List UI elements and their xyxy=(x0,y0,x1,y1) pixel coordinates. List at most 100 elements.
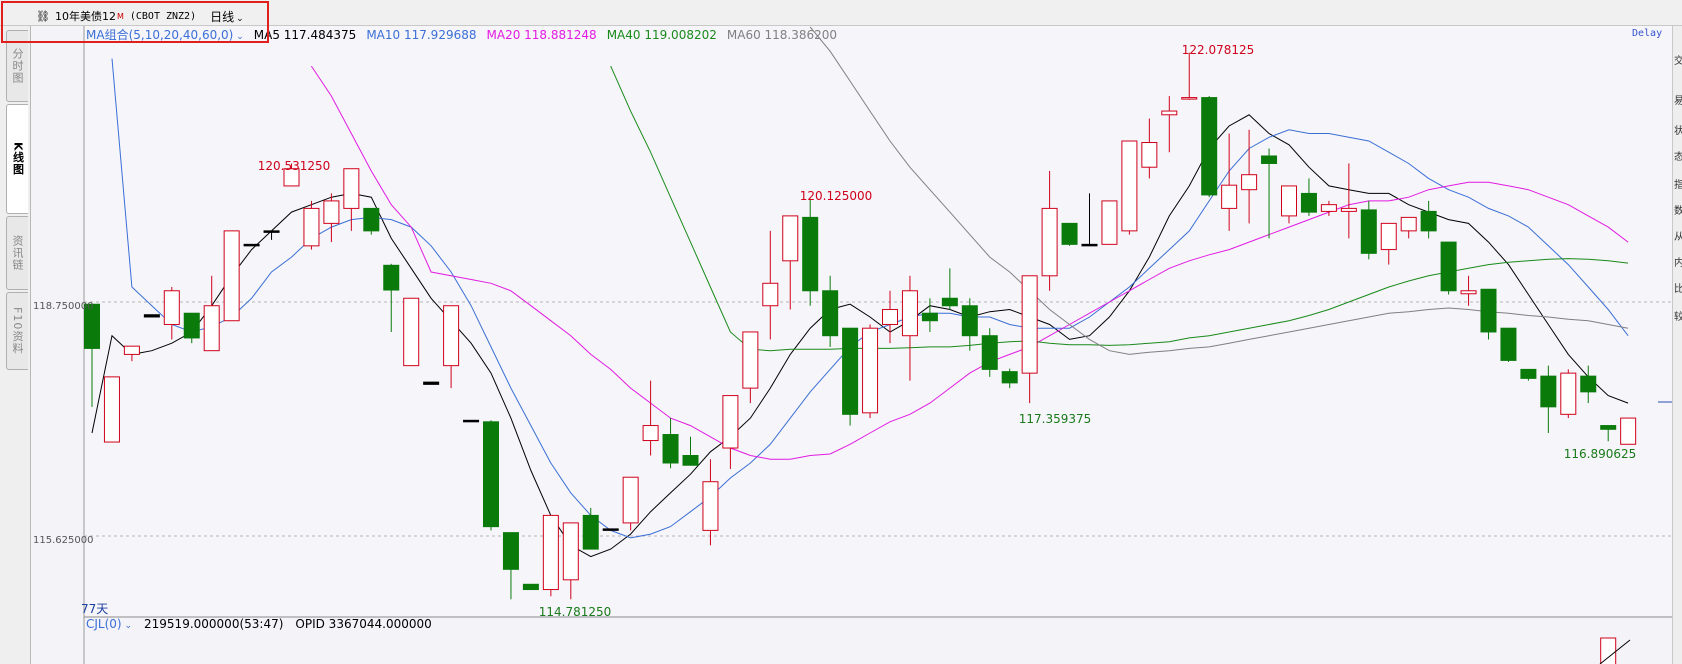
candle-body xyxy=(941,297,958,307)
candle-body xyxy=(981,335,998,370)
candle-body xyxy=(882,308,898,325)
candle[interactable] xyxy=(363,207,380,235)
candle-body xyxy=(1420,210,1437,232)
candle-body xyxy=(961,305,978,337)
open-interest: OPID 3367044.000000 xyxy=(295,617,432,631)
candle-body xyxy=(1300,192,1317,213)
candle[interactable] xyxy=(1201,96,1218,198)
candle-body xyxy=(1241,174,1258,191)
chevron-down-icon: ⌄ xyxy=(121,621,133,631)
candle-body xyxy=(1161,110,1178,116)
candle-body xyxy=(662,434,679,464)
chevron-down-icon: ⌄ xyxy=(233,32,244,42)
candle-body xyxy=(1221,184,1238,209)
candle-body xyxy=(423,381,440,385)
candle-body xyxy=(1141,142,1158,168)
low-annotation: 116.890625 xyxy=(1563,447,1637,461)
low-annotation: 114.781250 xyxy=(538,605,612,619)
low-annotation: 117.359375 xyxy=(1018,412,1092,426)
candle-body xyxy=(702,481,719,531)
candle-body xyxy=(862,327,879,414)
high-annotation: 122.078125 xyxy=(1181,43,1255,57)
candle-body xyxy=(1600,425,1617,430)
candle[interactable] xyxy=(103,376,120,443)
candle[interactable] xyxy=(1121,140,1138,235)
candle-body xyxy=(1081,243,1098,247)
volume-bar xyxy=(1600,637,1617,664)
candle-body xyxy=(1320,204,1337,212)
candle-body xyxy=(1540,375,1557,408)
days-count-label: 77天 xyxy=(81,602,109,616)
candle[interactable] xyxy=(223,230,240,322)
high-annotation: 120.125000 xyxy=(799,189,873,203)
candle[interactable] xyxy=(1480,288,1497,340)
candle-body xyxy=(1620,417,1637,445)
candle[interactable] xyxy=(522,583,539,591)
legend-ma40: MA40 119.008202 xyxy=(606,27,717,42)
volume-indicator-label: CJL(0) xyxy=(86,617,122,631)
high-annotation: 120.531250 xyxy=(257,159,331,173)
candle-body xyxy=(1500,327,1517,361)
candle-body xyxy=(463,419,480,423)
candle-body xyxy=(822,290,839,337)
candle-body xyxy=(1440,241,1457,292)
candle-body xyxy=(183,312,200,339)
candle[interactable] xyxy=(463,419,480,423)
candle-body xyxy=(163,290,180,325)
candle-body xyxy=(223,230,240,322)
candle-body xyxy=(921,312,938,322)
candle-body xyxy=(1560,372,1577,415)
legend-ma60: MA60 118.386200 xyxy=(726,27,838,42)
candle[interactable] xyxy=(981,328,998,377)
legend-ma10: MA10 117.929688 xyxy=(366,27,477,42)
candle-body xyxy=(622,476,639,524)
kline-chart[interactable] xyxy=(0,0,1682,664)
candle-body xyxy=(582,514,599,550)
candle-body xyxy=(1061,222,1078,245)
candle[interactable] xyxy=(622,476,639,531)
candle-body xyxy=(1360,209,1377,254)
volume-panel[interactable] xyxy=(1599,637,1631,664)
candle[interactable] xyxy=(542,514,559,597)
candle-body xyxy=(782,215,799,262)
candle-body xyxy=(502,532,519,570)
candle-body xyxy=(343,168,360,209)
candle[interactable] xyxy=(303,200,320,250)
candle[interactable] xyxy=(862,324,879,419)
candle[interactable] xyxy=(403,297,420,367)
delay-indicator: Delay xyxy=(1632,28,1663,39)
candle-body xyxy=(323,200,340,224)
candle-body xyxy=(1201,97,1218,196)
candle-body xyxy=(802,216,819,292)
candle[interactable] xyxy=(143,314,160,318)
volume-indicator-selector[interactable]: CJL(0) ⌄ xyxy=(86,617,132,631)
candle[interactable] xyxy=(1440,241,1457,295)
candle-body xyxy=(1001,371,1018,384)
candle[interactable] xyxy=(1360,200,1377,260)
candle-body xyxy=(143,314,160,318)
candle-body xyxy=(762,282,779,307)
ma-combo-selector[interactable]: MA组合(5,10,20,40,60,0) ⌄ xyxy=(86,26,244,43)
candle-body xyxy=(842,327,859,415)
candle-body xyxy=(682,455,699,466)
candle[interactable] xyxy=(483,420,499,531)
candle-body xyxy=(1261,155,1278,164)
candle[interactable] xyxy=(1061,222,1078,246)
candle[interactable] xyxy=(1101,200,1118,245)
candle[interactable] xyxy=(1620,417,1637,445)
candle[interactable] xyxy=(423,381,440,385)
y-tick-label: 115.625000 xyxy=(33,535,94,546)
volume-legend: CJL(0) ⌄ 219519.000000(53:47) OPID 33670… xyxy=(86,617,432,631)
candle-body xyxy=(522,583,539,591)
candle-body xyxy=(901,290,918,337)
candle-body xyxy=(1101,200,1118,245)
candle[interactable] xyxy=(602,528,619,531)
candle-body xyxy=(263,230,280,233)
candle[interactable] xyxy=(1500,327,1517,362)
candle[interactable] xyxy=(243,243,260,247)
candle[interactable] xyxy=(842,327,859,426)
candle[interactable] xyxy=(1560,369,1577,419)
legend-ma5: MA5 117.484375 xyxy=(253,27,357,42)
candle-body xyxy=(123,345,140,355)
legend-ma20: MA20 118.881248 xyxy=(486,27,597,42)
